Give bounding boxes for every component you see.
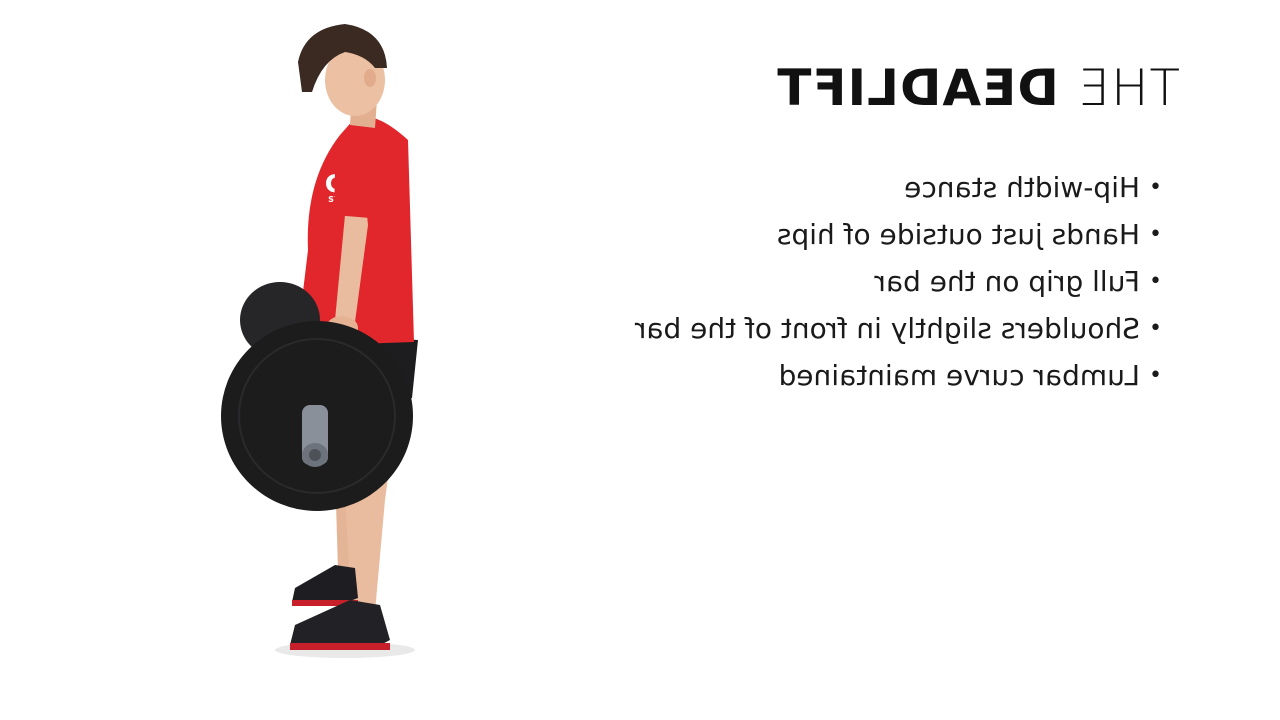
ear — [364, 69, 376, 87]
key-point: • Hip-width stance — [635, 164, 1162, 211]
front-shoe — [290, 600, 390, 648]
key-point-text: Hands just outside of hips — [776, 218, 1140, 251]
key-point: • Hands just outside of hips — [635, 211, 1162, 258]
key-point: • Full grip on the bar — [635, 258, 1162, 305]
mirrored-slide: CF STAFF THE DEADLI — [0, 0, 1280, 720]
key-point-text: Hip-width stance — [904, 171, 1140, 204]
bullet-icon: • — [1149, 363, 1162, 388]
title-prefix: THE — [1077, 59, 1180, 117]
key-point-text: Full grip on the bar — [874, 265, 1140, 298]
bullet-icon: • — [1149, 269, 1162, 294]
back-shoe — [292, 565, 358, 605]
key-point: • Shoulders slightly in front of the bar — [635, 305, 1162, 352]
bullet-icon: • — [1149, 175, 1162, 200]
slide-title: THE DEADLIFT — [776, 58, 1180, 118]
slide-frame: CF STAFF THE DEADLI — [0, 0, 1280, 720]
key-points-list: • Hip-width stance • Hands just outside … — [635, 164, 1162, 399]
key-point-text: Shoulders slightly in front of the bar — [634, 312, 1140, 345]
key-point-text: Lumbar curve maintained — [778, 359, 1140, 392]
bullet-icon: • — [1149, 316, 1162, 341]
title-main: DEADLIFT — [776, 59, 1059, 117]
bar-end-inner — [309, 449, 321, 461]
key-point: • Lumbar curve maintained — [635, 352, 1162, 399]
front-shoe-sole — [290, 643, 390, 650]
bullet-icon: • — [1149, 222, 1162, 247]
